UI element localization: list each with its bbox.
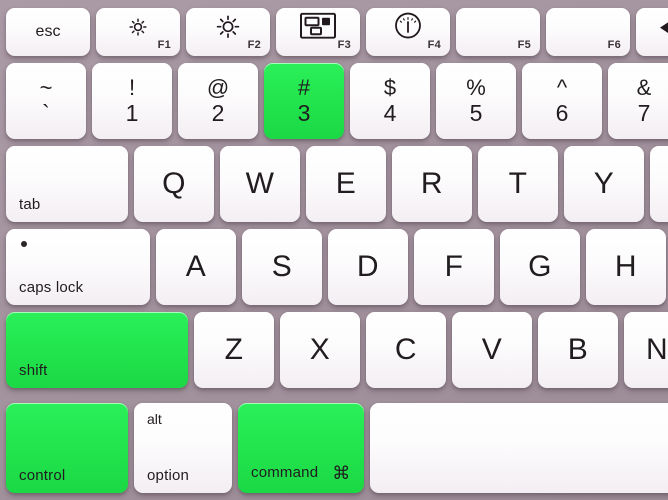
brightness-up-icon: [213, 12, 243, 47]
key-h-label: H: [614, 250, 638, 283]
brightness-down-icon: [125, 14, 151, 45]
key-command[interactable]: command ⌘: [238, 403, 364, 493]
key-f5-fnlabel: F5: [517, 39, 531, 51]
key-caps-lock-label: caps lock: [19, 279, 84, 296]
key-c[interactable]: C: [366, 312, 446, 388]
key-f3[interactable]: F3: [276, 8, 360, 56]
key-x[interactable]: X: [280, 312, 360, 388]
key-w[interactable]: W: [220, 146, 300, 222]
key-w-label: W: [245, 167, 275, 200]
key-6-labels: ^ 6: [555, 75, 569, 126]
key-q[interactable]: Q: [134, 146, 214, 222]
key-option-label: option: [147, 467, 190, 484]
dashboard-gauge-icon: [394, 12, 422, 45]
key-2[interactable]: @ 2: [178, 63, 258, 139]
key-f6[interactable]: F6: [546, 8, 630, 56]
key-3-labels: # 3: [297, 75, 311, 126]
key-command-text: command: [251, 464, 319, 481]
command-symbol-icon: ⌘: [332, 463, 351, 483]
key-control-label: control: [19, 467, 66, 484]
key-c-label: C: [394, 333, 418, 366]
key-4[interactable]: $ 4: [350, 63, 430, 139]
key-f4[interactable]: F4: [366, 8, 450, 56]
key-7[interactable]: & 7: [608, 63, 668, 139]
key-q-label: Q: [162, 167, 186, 200]
key-n[interactable]: N: [624, 312, 668, 388]
key-f2[interactable]: F2: [186, 8, 270, 56]
key-grave-labels: ~ `: [39, 75, 53, 126]
key-control[interactable]: control: [6, 403, 128, 493]
key-6[interactable]: ^ 6: [522, 63, 602, 139]
key-s-label: S: [271, 250, 293, 283]
key-f3-fnlabel: F3: [337, 39, 351, 51]
key-option-alt-label: alt: [147, 411, 162, 427]
key-f6-fnlabel: F6: [607, 39, 621, 51]
key-t[interactable]: T: [478, 146, 558, 222]
key-f[interactable]: F: [414, 229, 494, 305]
caps-lock-indicator-icon: [21, 241, 27, 247]
key-g-label: G: [528, 250, 552, 283]
key-2-labels: @ 2: [206, 75, 230, 126]
key-e[interactable]: E: [306, 146, 386, 222]
key-r[interactable]: R: [392, 146, 472, 222]
key-7-labels: & 7: [636, 75, 652, 126]
key-tab[interactable]: tab: [6, 146, 128, 222]
key-f5[interactable]: F5: [456, 8, 540, 56]
key-v[interactable]: V: [452, 312, 532, 388]
key-v-label: V: [481, 333, 503, 366]
key-r-label: R: [420, 167, 444, 200]
key-y-label: Y: [593, 167, 615, 200]
key-g[interactable]: G: [500, 229, 580, 305]
key-b[interactable]: B: [538, 312, 618, 388]
key-esc[interactable]: esc: [6, 8, 90, 56]
key-5-labels: % 5: [466, 75, 486, 126]
key-y[interactable]: Y: [564, 146, 644, 222]
key-f-label: F: [444, 250, 464, 283]
key-z-label: Z: [224, 333, 244, 366]
keyboard: esc F1 F2 F3 F4 F5 F6 ~ ` ! 1 @ 2 # 3 $ …: [0, 0, 668, 500]
key-d-label: D: [356, 250, 380, 283]
key-esc-label: esc: [35, 23, 61, 40]
key-f2-fnlabel: F2: [247, 39, 261, 51]
mission-control-icon: [300, 12, 336, 44]
key-command-label: command ⌘: [251, 463, 350, 484]
key-a-label: A: [185, 250, 207, 283]
key-option[interactable]: alt option: [134, 403, 232, 493]
key-z[interactable]: Z: [194, 312, 274, 388]
key-x-label: X: [309, 333, 331, 366]
key-grave[interactable]: ~ `: [6, 63, 86, 139]
key-b-label: B: [567, 333, 589, 366]
key-shift[interactable]: shift: [6, 312, 188, 388]
key-a[interactable]: A: [156, 229, 236, 305]
key-u-label: [650, 146, 668, 222]
key-shift-label: shift: [19, 362, 48, 379]
key-caps-lock[interactable]: caps lock: [6, 229, 150, 305]
key-4-labels: $ 4: [383, 75, 397, 126]
key-1-labels: ! 1: [125, 75, 139, 126]
key-s[interactable]: S: [242, 229, 322, 305]
key-d[interactable]: D: [328, 229, 408, 305]
key-t-label: T: [508, 167, 528, 200]
key-n-label: N: [646, 333, 668, 366]
key-1[interactable]: ! 1: [92, 63, 172, 139]
key-e-label: E: [335, 167, 357, 200]
key-u[interactable]: [650, 146, 668, 222]
key-space[interactable]: [370, 403, 668, 493]
key-3[interactable]: # 3: [264, 63, 344, 139]
key-h[interactable]: H: [586, 229, 666, 305]
key-5[interactable]: % 5: [436, 63, 516, 139]
rewind-icon: [656, 19, 668, 42]
key-f1-fnlabel: F1: [157, 39, 171, 51]
key-f7[interactable]: [636, 8, 668, 56]
key-tab-label: tab: [19, 196, 41, 213]
key-f4-fnlabel: F4: [427, 39, 441, 51]
key-f1[interactable]: F1: [96, 8, 180, 56]
